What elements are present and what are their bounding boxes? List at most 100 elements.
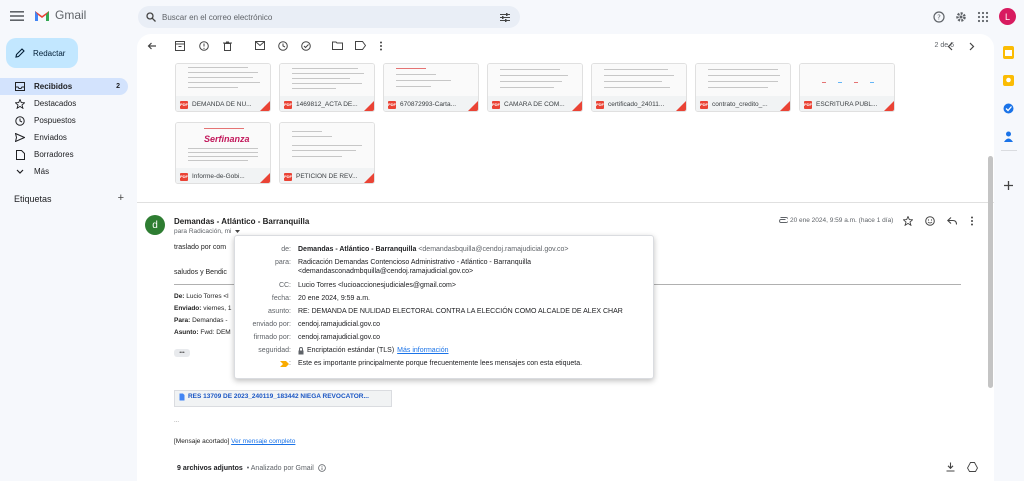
popup-cc-row: CC: Lucio Torres <lucioaccionesjudiciales…	[278, 282, 456, 289]
popup-security-row: seguridad: Encriptación estándar (TLS) Má…	[258, 346, 449, 355]
pdf-icon: PDF	[180, 172, 188, 181]
search-icon[interactable]	[146, 12, 156, 22]
attachment-card[interactable]: PDF PETICION DE REV...	[279, 122, 375, 184]
trash-icon[interactable]	[223, 41, 232, 51]
label-icon[interactable]	[355, 41, 366, 50]
apps-grid-icon[interactable]	[977, 11, 989, 23]
recipients-summary[interactable]: para Radicación, mi	[174, 228, 241, 235]
rail-divider	[1001, 150, 1017, 151]
gear-icon[interactable]	[955, 11, 967, 23]
search-bar[interactable]: Buscar en el correo electrónico	[138, 6, 520, 28]
attachment-name: contrato_credito_...	[712, 101, 768, 108]
attachment-name: Informe-de-Gobi...	[192, 173, 245, 180]
sidebar-item-sent[interactable]: Enviados	[0, 129, 128, 146]
message-toolbar: 2 de 6	[137, 34, 994, 60]
clock-icon	[15, 115, 25, 126]
attachment-card[interactable]: PDF CAMARA DE COM...	[487, 63, 583, 112]
pdf-icon: PDF	[596, 100, 604, 109]
learn-more-link[interactable]: Más información	[397, 346, 448, 355]
sidebar-item-inbox[interactable]: Recibidos 2	[0, 78, 128, 95]
newer-chevron-icon[interactable]	[947, 42, 953, 51]
save-to-drive-icon[interactable]	[967, 462, 978, 472]
older-chevron-icon[interactable]	[969, 42, 975, 51]
info-icon[interactable]	[317, 464, 326, 472]
attachment-card[interactable]: PDF DEMANDA DE NU...	[175, 63, 271, 112]
calendar-app-icon[interactable]	[1003, 46, 1014, 59]
scanned-note: • Analizado por Gmail	[246, 464, 314, 472]
view-full-message-link[interactable]: Ver mensaje completo	[231, 438, 295, 445]
add-label-button[interactable]: +	[118, 193, 124, 204]
top-right-actions: ? L	[933, 8, 1016, 25]
details-dropdown-icon[interactable]	[235, 229, 241, 233]
compose-button[interactable]: Redactar	[6, 38, 78, 68]
attachment-corner	[676, 101, 686, 111]
popup-importance-row: : Este es importante principalmente porqu…	[235, 359, 655, 368]
popup-to-row: para: Radicación Demandas Contencioso Adm…	[275, 259, 532, 275]
tasks-app-icon[interactable]	[1003, 103, 1014, 114]
attachment-card[interactable]: PDF ESCRITURA PÚBL...	[799, 63, 895, 112]
account-avatar[interactable]: L	[999, 8, 1016, 25]
scrollbar-thumb[interactable]	[988, 156, 993, 388]
pencil-icon	[15, 48, 25, 58]
star-icon	[15, 98, 25, 109]
message-divider	[137, 202, 994, 203]
reply-icon[interactable]	[947, 217, 957, 225]
report-spam-icon[interactable]	[199, 41, 209, 51]
search-options-icon[interactable]	[500, 12, 510, 22]
keep-app-icon[interactable]	[1003, 75, 1014, 86]
attachment-thumbnail	[488, 64, 582, 96]
gmail-logo[interactable]: Gmail	[34, 8, 86, 22]
attachment-corner	[468, 101, 478, 111]
sender-name[interactable]: Demandas - Atlántico - Barranquilla	[174, 217, 309, 226]
back-arrow-icon[interactable]	[147, 41, 157, 51]
sidebar-item-more[interactable]: Más	[0, 163, 128, 180]
attachment-name: certificado_24011...	[608, 101, 665, 108]
attachment-thumbnail	[696, 64, 790, 96]
snooze-icon[interactable]	[278, 41, 288, 51]
fwd-sent: Enviado: viernes, 1	[174, 305, 232, 312]
lock-icon	[298, 346, 304, 354]
sender-details-popup: de: Demandas - Atlántico - Barranquilla <…	[234, 235, 654, 379]
sender-avatar[interactable]: d	[145, 215, 165, 235]
attachment-corner	[364, 101, 374, 111]
mark-unread-icon[interactable]	[255, 41, 265, 50]
attachments-summary: 9 archivos adjuntos • Analizado por Gmai…	[177, 464, 326, 472]
fwd-from: De: Lucio Torres <l	[174, 293, 229, 300]
pdf-icon: PDF	[492, 100, 500, 109]
attachment-card[interactable]: PDF certificado_24011...	[591, 63, 687, 112]
fwd-to: Para: Demandas -	[174, 317, 228, 324]
pdf-icon: PDF	[284, 172, 292, 181]
sidebar-item-drafts[interactable]: Borradores	[0, 146, 128, 163]
contacts-app-icon[interactable]	[1004, 131, 1013, 142]
attachment-card[interactable]: PDF 670872993-Carta...	[383, 63, 479, 112]
star-icon[interactable]	[903, 216, 913, 226]
help-icon[interactable]: ?	[933, 10, 945, 23]
attachments-count: 9 archivos adjuntos	[177, 464, 243, 472]
emoji-react-icon[interactable]	[925, 216, 935, 226]
inline-doc-link[interactable]: RES 13709 DE 2023_240119_183442 NIEGA RE…	[174, 390, 392, 407]
attachment-card[interactable]: Serfinanza PDF Informe-de-Gobi...	[175, 122, 271, 184]
body-line: traslado por com	[174, 244, 227, 251]
attachment-card[interactable]: PDF contrato_credito_...	[695, 63, 791, 112]
download-all-icon[interactable]	[946, 462, 955, 472]
message-date: 20 ene 2024, 9:59 a.m. (hace 1 día)	[790, 217, 894, 224]
archive-icon[interactable]	[175, 41, 185, 51]
more-options-icon[interactable]	[379, 41, 383, 51]
move-to-icon[interactable]	[332, 41, 343, 50]
more-options-icon[interactable]	[970, 216, 974, 226]
attachment-thumbnail	[280, 123, 374, 168]
sidebar-item-snoozed[interactable]: Pospuestos	[0, 112, 128, 129]
inline-doc-name[interactable]: RES 13709 DE 2023_240119_183442 NIEGA RE…	[188, 393, 387, 400]
show-trimmed-button[interactable]: •••	[174, 349, 190, 357]
add-task-icon[interactable]	[301, 41, 311, 51]
attachment-thumbnail	[592, 64, 686, 96]
attachment-card[interactable]: PDF 1469812_ACTA DE...	[279, 63, 375, 112]
fwd-subject: Asunto: Fwd: DEM	[174, 329, 231, 336]
attachment-thumbnail	[176, 64, 270, 96]
sidebar-item-starred[interactable]: Destacados	[0, 95, 128, 112]
get-addons-icon[interactable]	[1004, 181, 1013, 190]
attachment-thumbnail	[280, 64, 374, 96]
search-input[interactable]: Buscar en el correo electrónico	[162, 13, 500, 22]
unread-count: 2	[116, 83, 120, 90]
main-menu-icon[interactable]	[10, 10, 26, 24]
